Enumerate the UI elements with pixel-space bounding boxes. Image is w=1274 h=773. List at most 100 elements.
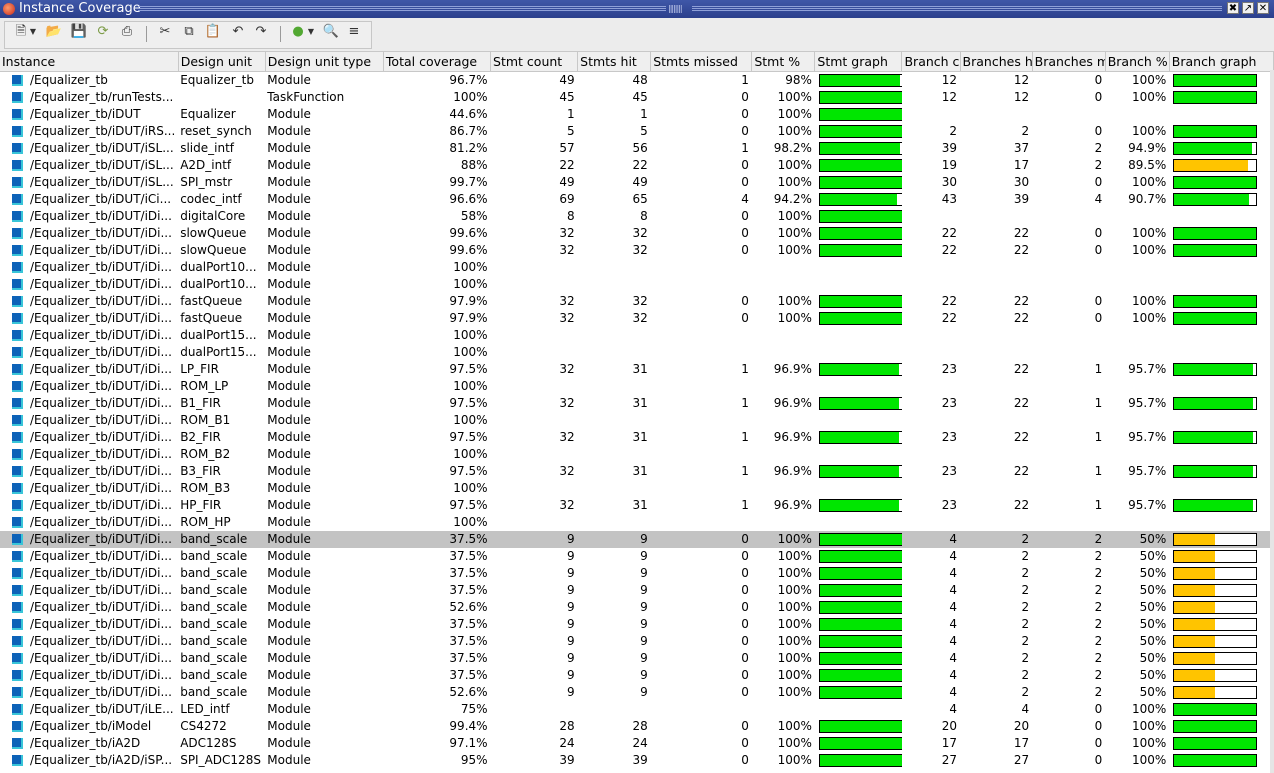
coverage-bar-fill xyxy=(819,721,902,732)
column-header-instance[interactable]: Instance xyxy=(0,51,179,72)
table-row[interactable]: /Equalizer_tb/iDUT/iDi... B3_FIR Module 97.… xyxy=(0,463,1274,480)
vertical-scrollbar[interactable] xyxy=(1270,70,1274,773)
table-row[interactable]: /Equalizer_tb/iDUT/iDi... dualPort15... Mo… xyxy=(0,344,1274,361)
table-row[interactable]: /Equalizer_tb/iDUT/iDi... ROM_B1 Module 100… xyxy=(0,412,1274,429)
reload-icon[interactable]: ⟳ xyxy=(94,24,112,40)
column-header-branch-percent[interactable]: Branch % xyxy=(1105,51,1170,72)
dock-button[interactable]: ✖ xyxy=(1227,2,1239,14)
table-row[interactable]: /Equalizer_tb/iDUT/iDi... ROM_B3 Module 100… xyxy=(0,480,1274,497)
table-row[interactable]: /Equalizer_tb/iDUT/iLE... LED_intf Module 7… xyxy=(0,701,1274,718)
table-row[interactable]: /Equalizer_tb/iDUT/iDi... band_scale Modul… xyxy=(0,684,1274,701)
table-row[interactable]: /Equalizer_tb/iDUT/iDi... B2_FIR Module 97.… xyxy=(0,429,1274,446)
table-row[interactable]: /Equalizer_tb/iDUT/iDi... band_scale Modul… xyxy=(0,599,1274,616)
branch-percent-cell xyxy=(1105,480,1169,497)
table-row[interactable]: /Equalizer_tb/iDUT/iDi... band_scale Modul… xyxy=(0,582,1274,599)
table-row[interactable]: /Equalizer_tb/iDUT/iDi... HP_FIR Module 97.… xyxy=(0,497,1274,514)
design-unit-type-cell: Module xyxy=(267,515,311,529)
table-row[interactable]: /Equalizer_tb/iDUT/iDi... fastQueue Module… xyxy=(0,293,1274,310)
column-header-stmt-graph[interactable]: Stmt graph xyxy=(814,51,903,72)
table-row[interactable]: /Equalizer_tb/iDUT/iDi... ROM_B2 Module 100… xyxy=(0,446,1274,463)
column-header-branches-missed[interactable]: Branches m xyxy=(1032,51,1106,72)
column-header-branches-hit[interactable]: Branches h xyxy=(960,51,1033,72)
table-row[interactable]: /Equalizer_tb/iDUT/iSL... A2D_intf Module 8… xyxy=(0,157,1274,174)
close-button[interactable]: ✕ xyxy=(1257,2,1269,14)
table-row[interactable]: /Equalizer_tb/iDUT Equalizer Module 44.6% 1 1… xyxy=(0,106,1274,123)
stmts-hit-cell: 31 xyxy=(632,464,648,478)
stmts-missed-cell xyxy=(651,480,752,497)
stmt-coverage-bar xyxy=(818,397,902,410)
instance-label: /Equalizer_tb/iDUT/iDi... xyxy=(30,532,172,546)
module-instance-icon xyxy=(12,449,23,460)
column-header-design-unit[interactable]: Design unit xyxy=(178,51,266,72)
cut-icon[interactable]: ✂ xyxy=(156,24,174,40)
save-icon[interactable]: 💾 xyxy=(70,24,88,40)
table-row[interactable]: /Equalizer_tb/iDUT/iDi... digitalCore Modu… xyxy=(0,208,1274,225)
sort-icon[interactable]: ≡ xyxy=(345,24,363,40)
table-row[interactable]: /Equalizer_tb/iDUT/iDi... band_scale Modul… xyxy=(0,633,1274,650)
table-row[interactable]: /Equalizer_tb/iDUT/iDi... LP_FIR Module 97.… xyxy=(0,361,1274,378)
design-unit-type-cell: Module xyxy=(267,481,311,495)
module-instance-icon xyxy=(12,687,23,698)
table-row[interactable]: /Equalizer_tb/iDUT/iDi... fastQueue Module… xyxy=(0,310,1274,327)
table-row[interactable]: /Equalizer_tb/iDUT/iDi... slowQueue Module… xyxy=(0,242,1274,259)
branches-missed-cell: 2 xyxy=(1032,531,1106,548)
paste-icon[interactable]: 📋 xyxy=(204,24,222,40)
table-row[interactable]: /Equalizer_tb/iDUT/iSL... SPI_mstr Module 9… xyxy=(0,174,1274,191)
column-header-design-unit-type[interactable]: Design unit type xyxy=(265,51,384,72)
filter-icon[interactable]: ● xyxy=(289,24,307,40)
drag-handle-icon[interactable]: |||||||| xyxy=(668,5,690,13)
table-row[interactable]: /Equalizer_tb/iDUT/iDi... ROM_HP Module 100… xyxy=(0,514,1274,531)
branch-percent-cell: 50% xyxy=(1139,685,1167,699)
column-header-branch-count[interactable]: Branch c xyxy=(901,51,961,72)
design-unit-type-cell: Module xyxy=(267,464,311,478)
stmt-count-cell xyxy=(491,259,578,276)
table-row[interactable]: /Equalizer_tb/iDUT/iRS... reset_synch Modu… xyxy=(0,123,1274,140)
branches-hit-cell: 22 xyxy=(1013,464,1030,478)
table-row[interactable]: /Equalizer_tb/iDUT/iDi... band_scale Modul… xyxy=(0,667,1274,684)
table-row[interactable]: /Equalizer_tb/iDUT/iDi... band_scale Modul… xyxy=(0,531,1274,548)
table-row[interactable]: /Equalizer_tb Equalizer_tb Module 96.7% 49 48… xyxy=(0,72,1274,90)
table-row[interactable]: /Equalizer_tb/iDUT/iDi... band_scale Modul… xyxy=(0,650,1274,667)
column-header-stmt-percent[interactable]: Stmt % xyxy=(751,51,816,72)
design-unit-type-cell: Module xyxy=(267,379,311,393)
column-header-total-coverage[interactable]: Total coverage xyxy=(383,51,492,72)
table-row[interactable]: /Equalizer_tb/iDUT/iDi... dualPort15... Mo… xyxy=(0,327,1274,344)
print-icon[interactable]: ⎙ xyxy=(118,24,136,40)
branch-graph-cell xyxy=(1169,616,1273,633)
table-row[interactable]: /Equalizer_tb/iDUT/iDi... B1_FIR Module 97.… xyxy=(0,395,1274,412)
table-row[interactable]: /Equalizer_tb/iModel CS4272 Module 99.4% 28 2… xyxy=(0,718,1274,735)
open-folder-icon[interactable]: 📂 xyxy=(45,24,63,40)
window-title-bar[interactable]: Instance Coverage |||||||| ✖ ↗ ✕ xyxy=(0,0,1274,18)
column-header-stmts-hit[interactable]: Stmts hit xyxy=(577,51,652,72)
column-header-stmt-count[interactable]: Stmt count xyxy=(490,51,579,72)
table-row[interactable]: /Equalizer_tb/iDUT/iDi... band_scale Modul… xyxy=(0,565,1274,582)
dropdown-arrow-icon[interactable]: ▼ xyxy=(306,24,316,40)
branch-percent-cell xyxy=(1105,208,1169,225)
instance-cell: /Equalizer_tb/iDUT/iRS... xyxy=(0,123,178,140)
table-row[interactable]: /Equalizer_tb/iDUT/iDi... dualPort10... Mo… xyxy=(0,259,1274,276)
table-row[interactable]: /Equalizer_tb/iDUT/iDi... ROM_LP Module 100… xyxy=(0,378,1274,395)
table-row[interactable]: /Equalizer_tb/iA2D ADC128S Module 97.1% 24 24… xyxy=(0,735,1274,752)
copy-icon[interactable]: ⧉ xyxy=(180,24,198,40)
table-row[interactable]: /Equalizer_tb/iDUT/iDi... band_scale Modul… xyxy=(0,616,1274,633)
branches-hit-cell: 39 xyxy=(1013,192,1030,206)
title-grip-left xyxy=(138,6,666,7)
stmts-missed-cell: 0 xyxy=(741,617,749,631)
redo-icon[interactable]: ↷ xyxy=(252,24,270,40)
table-row[interactable]: /Equalizer_tb/iDUT/iDi... slowQueue Module… xyxy=(0,225,1274,242)
table-row[interactable]: /Equalizer_tb/iDUT/iDi... band_scale Modul… xyxy=(0,548,1274,565)
table-row[interactable]: /Equalizer_tb/iA2D/iSP... SPI_ADC128S Modu… xyxy=(0,752,1274,769)
dropdown-arrow-icon[interactable]: ▼ xyxy=(28,24,38,40)
instance-label: /Equalizer_tb/iDUT/iDi... xyxy=(30,226,172,240)
table-row[interactable]: /Equalizer_tb/runTests... TaskFunction 100… xyxy=(0,89,1274,106)
undock-button[interactable]: ↗ xyxy=(1242,2,1254,14)
instance-cell: /Equalizer_tb/iDUT/iDi... xyxy=(0,395,178,412)
stmt-percent-cell: 96.9% xyxy=(773,464,812,478)
table-row[interactable]: /Equalizer_tb/iDUT/iDi... dualPort10... Mo… xyxy=(0,276,1274,293)
find-icon[interactable]: 🔍 xyxy=(322,24,340,40)
column-header-stmts-missed[interactable]: Stmts missed xyxy=(650,51,753,72)
table-row[interactable]: /Equalizer_tb/iDUT/iSL... slide_intf Modul… xyxy=(0,140,1274,157)
table-row[interactable]: /Equalizer_tb/iDUT/iCi... codec_intf Modul… xyxy=(0,191,1274,208)
undo-icon[interactable]: ↶ xyxy=(229,24,247,40)
column-header-branch-graph[interactable]: Branch graph xyxy=(1169,51,1274,72)
